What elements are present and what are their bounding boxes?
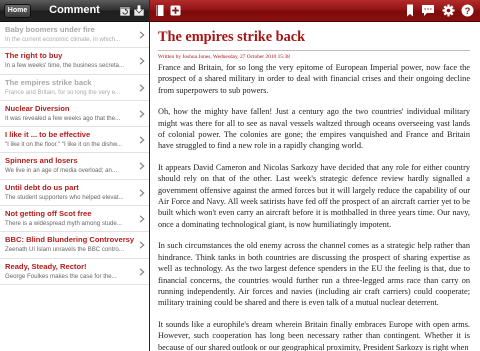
list-item-title: Until debt do us part <box>5 182 79 192</box>
list-item[interactable]: Nuclear Diversion It was revealed a few w… <box>0 101 149 128</box>
list-item[interactable]: Ready, Steady, Rector! George Foulkes mak… <box>0 259 149 285</box>
list-item[interactable]: Until debt do us part The student support… <box>0 180 149 207</box>
chevron-right-icon <box>139 215 145 223</box>
article-toolbar: ? <box>150 0 480 22</box>
list-item-title: Ready, Steady, Rector! <box>5 261 87 271</box>
svg-text:?: ? <box>465 6 471 17</box>
article-paragraph: Oh, how the mighty have fallen! Just a c… <box>158 107 470 151</box>
list-item-title: I like it ... to be effective <box>5 130 91 140</box>
chevron-right-icon <box>139 83 145 92</box>
list-item-summary: France and Britain, for so long the very… <box>5 88 121 96</box>
chevron-right-icon <box>139 241 145 250</box>
list-item[interactable]: The right to buy In a few weeks' time, th… <box>0 48 149 75</box>
list-item-summary: We live in an age of media overload; an.… <box>5 167 118 175</box>
list-item-title: Not getting off Scot free <box>5 209 92 219</box>
article-byline: Written by Joshua Jones, Wednesday, 27 O… <box>158 54 290 60</box>
inbox-download-icon[interactable] <box>133 4 145 17</box>
list-item-summary: "I like it on the floor." "I like it on … <box>5 141 122 149</box>
bookmark-icon[interactable] <box>406 4 414 17</box>
help-icon[interactable]: ? <box>461 4 474 17</box>
list-item-summary: The student supporters who helped elevat… <box>5 193 124 201</box>
book-icon[interactable] <box>156 4 164 17</box>
chevron-right-icon <box>139 162 145 171</box>
article-paragraph: It sounds like a europhile's dream where… <box>158 319 470 351</box>
list-item-title: Spinners and losers <box>5 156 78 166</box>
article-paragraph: It appears David Cameron and Nicolas Sar… <box>158 162 470 229</box>
comment-icon[interactable] <box>421 4 435 17</box>
list-item-summary: Zeenath Ul Islam unravels the BBC contro… <box>5 246 124 254</box>
list-item-title: Nuclear Diversion <box>5 103 70 113</box>
list-item[interactable]: BBC: Blind Blundering Controversy Zeenath… <box>0 232 149 259</box>
list-item-summary: In a few weeks' time, the business secre… <box>5 62 125 70</box>
list-item-summary: It was revealed a few weeks ago that the… <box>5 114 121 122</box>
list-item[interactable]: Spinners and losers We live in an age of … <box>0 153 149 180</box>
chevron-right-icon <box>139 31 145 39</box>
left-toolbar: Home Comment <box>0 0 149 22</box>
chevron-right-icon <box>139 189 145 197</box>
article-content: The empires strike back Written by Joshu… <box>150 22 480 351</box>
list-item[interactable]: Baby boomers under fire In the current ec… <box>0 22 149 49</box>
article-body: France and Britain, for so long the very… <box>158 62 470 351</box>
list-item-title: Baby boomers under fire <box>5 25 95 34</box>
refresh-icon[interactable] <box>119 4 131 17</box>
article-pane: ? The empires strike back Written by Jos… <box>150 0 480 351</box>
list-item[interactable]: Not getting off Scot free There is a wide… <box>0 206 149 233</box>
list-item[interactable]: The empires strike back France and Britai… <box>0 75 149 101</box>
list-item-title: The right to buy <box>5 51 63 61</box>
chevron-right-icon <box>139 267 145 276</box>
list-item-summary: In the current economic climate, in whic… <box>5 36 121 43</box>
list-item-title: BBC: Blind Blundering Controversy <box>5 235 135 245</box>
article-paragraph: In such circumstances the old enemy acro… <box>158 241 470 308</box>
article-list: Baby boomers under fire In the current ec… <box>0 22 149 285</box>
article-list-pane: Home Comment Baby boomers under fire In t… <box>0 0 150 351</box>
article-paragraph: France and Britain, for so long the very… <box>158 63 470 95</box>
article-headline: The empires strike back <box>158 29 470 51</box>
add-icon[interactable] <box>170 4 181 17</box>
list-item[interactable]: I like it ... to be effective "I like it … <box>0 127 149 154</box>
list-item-title: The empires strike back <box>5 77 92 87</box>
list-item-summary: George Foulkes makes the case for the... <box>5 272 117 280</box>
chevron-right-icon <box>139 57 145 65</box>
list-item-summary: There is a widespread myth among stude..… <box>5 220 122 228</box>
chevron-right-icon <box>139 136 145 144</box>
settings-icon[interactable] <box>442 4 455 17</box>
chevron-right-icon <box>139 110 145 118</box>
